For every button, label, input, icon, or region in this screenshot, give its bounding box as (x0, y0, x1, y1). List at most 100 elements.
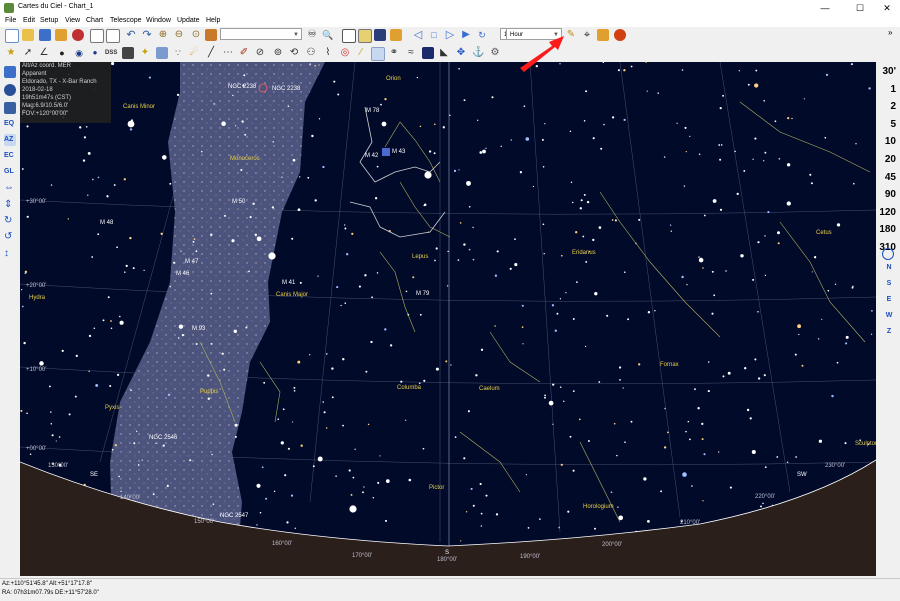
overflow-icon[interactable]: » (888, 28, 892, 37)
copy-icon[interactable] (90, 29, 104, 43)
sky-icon[interactable] (374, 29, 386, 41)
grid-icon[interactable] (4, 102, 16, 114)
print-icon[interactable] (55, 29, 67, 41)
camera-icon[interactable] (122, 47, 134, 59)
maximize-button[interactable]: ☐ (845, 0, 875, 16)
mirror-icon[interactable]: ⊚ (272, 47, 284, 59)
variable-star-icon[interactable]: ● (56, 47, 68, 59)
bulb-icon[interactable]: ✦ (139, 47, 151, 59)
dir-north[interactable]: N (884, 264, 894, 271)
play-icon[interactable]: ▶ (460, 29, 472, 41)
close-button[interactable]: ✕ (872, 0, 900, 16)
rotate-field-icon[interactable]: ⟲ (288, 47, 300, 59)
pointer-icon[interactable]: ➚ (22, 47, 34, 59)
window-icon[interactable] (342, 29, 356, 43)
sky-chart-canvas[interactable]: Orion Canis Minor Monoceros Lepus Eridanus Ce… (20, 62, 876, 576)
folder-icon[interactable] (390, 29, 402, 41)
gal-button[interactable]: GL (4, 166, 16, 178)
grid-toggle-icon[interactable]: ⋯ (222, 47, 234, 59)
config-icon[interactable] (72, 29, 84, 41)
calendar-icon[interactable] (358, 29, 372, 43)
menu-telescope[interactable]: Telescope (110, 17, 142, 24)
dir-east[interactable]: E (884, 296, 894, 303)
gear-icon[interactable] (597, 29, 609, 41)
layout-icon[interactable] (106, 29, 120, 43)
menu-setup[interactable]: Setup (40, 17, 58, 24)
globe-icon[interactable] (614, 29, 626, 41)
projection-icon[interactable] (4, 66, 16, 78)
stop-icon[interactable]: □ (428, 29, 440, 41)
flip-v-icon[interactable]: ⇕ (4, 199, 16, 211)
search-combo[interactable]: ▼ (220, 28, 302, 40)
constellation-line-icon[interactable]: ⚇ (305, 47, 317, 59)
fov-button[interactable]: 10 (874, 136, 896, 147)
ruler-icon[interactable]: ⁄ (355, 47, 367, 59)
full-sky-icon[interactable] (882, 248, 894, 260)
fov-button[interactable]: 5 (874, 119, 896, 130)
target-icon[interactable]: ◎ (339, 47, 351, 59)
minimize-button[interactable]: — (810, 0, 840, 16)
eq-grid-icon[interactable] (371, 47, 385, 61)
measure-icon[interactable]: ∠ (38, 47, 50, 59)
fov-button[interactable]: 1 (874, 84, 896, 95)
zoom-fit-icon[interactable]: ⊙ (190, 29, 202, 41)
link-icon[interactable]: ⚭ (388, 47, 400, 59)
menu-chart[interactable]: Chart (86, 17, 103, 24)
fov-button[interactable]: 2 (874, 101, 896, 112)
planet-icon[interactable] (156, 47, 168, 59)
new-icon[interactable] (5, 29, 19, 43)
rotate-icon[interactable] (205, 29, 217, 41)
nebula-icon[interactable]: ◉ (73, 47, 85, 59)
fov-button[interactable]: 30' (874, 66, 896, 77)
step-forward-icon[interactable]: ▷ (444, 29, 456, 41)
dir-south[interactable]: S (884, 280, 894, 287)
fov-button[interactable]: 180 (874, 224, 896, 235)
redo-icon[interactable]: ↷ (141, 29, 153, 41)
milkyway-icon[interactable]: ≈ (405, 47, 417, 59)
open-icon[interactable] (22, 29, 34, 41)
zoom-out-icon[interactable]: ⊖ (173, 29, 185, 41)
eq-button[interactable]: EQ (4, 118, 16, 130)
comet-icon[interactable]: ☄ (188, 47, 200, 59)
move-icon[interactable]: ✥ (455, 47, 467, 59)
now-icon[interactable]: ↻ (476, 29, 488, 41)
fov-button[interactable]: 20 (874, 154, 896, 165)
ec-button[interactable]: EC (4, 150, 16, 162)
galaxy-icon[interactable]: ● (89, 47, 101, 59)
rotate-ccw-icon[interactable]: ↺ (4, 231, 16, 243)
fov-button[interactable]: 90 (874, 189, 896, 200)
anchor-icon[interactable]: ⚓ (472, 47, 484, 59)
sky-chart[interactable]: Orion Canis Minor Monoceros Lepus Eridanus Ce… (20, 62, 876, 576)
flip-h-icon[interactable]: ⇔ (4, 182, 16, 194)
label-icon[interactable]: ✐ (238, 47, 250, 59)
save-icon[interactable] (39, 29, 51, 41)
step-back-icon[interactable]: ◁ (412, 29, 424, 41)
up-down-icon[interactable]: ↕ (4, 248, 16, 260)
binoculars-icon[interactable]: ♾ (306, 29, 318, 41)
menu-update[interactable]: Update (177, 17, 200, 24)
menu-help[interactable]: Help (206, 17, 220, 24)
line-tool-icon[interactable]: ╱ (205, 47, 217, 59)
rotate-cw-icon[interactable]: ↻ (4, 215, 16, 227)
crosshair-icon[interactable]: ⌖ (581, 29, 593, 41)
star-icon[interactable]: ★ (5, 47, 17, 59)
find-icon[interactable]: 🔍 (322, 29, 334, 41)
boundary-icon[interactable]: ⌇ (322, 47, 334, 59)
menu-window[interactable]: Window (146, 17, 171, 24)
az-button[interactable]: AZ (4, 134, 16, 146)
dir-west[interactable]: W (884, 312, 894, 319)
dir-zenith[interactable]: Z (884, 328, 894, 335)
menu-view[interactable]: View (65, 17, 80, 24)
fov-button[interactable]: 45 (874, 172, 896, 183)
options-icon[interactable]: ⚙ (489, 47, 501, 59)
horizon-icon[interactable]: ◣ (438, 47, 450, 59)
zoom-in-icon[interactable]: ⊕ (157, 29, 169, 41)
earth-icon[interactable] (4, 84, 16, 96)
menu-edit[interactable]: Edit (23, 17, 35, 24)
asteroid-icon[interactable]: ∵ (172, 47, 184, 59)
sky-color-icon[interactable] (422, 47, 434, 59)
fov-button[interactable]: 120 (874, 207, 896, 218)
dss-icon[interactable]: DSS (105, 47, 119, 59)
compass-icon[interactable]: ⊘ (254, 47, 266, 59)
menu-file[interactable]: File (5, 17, 16, 24)
